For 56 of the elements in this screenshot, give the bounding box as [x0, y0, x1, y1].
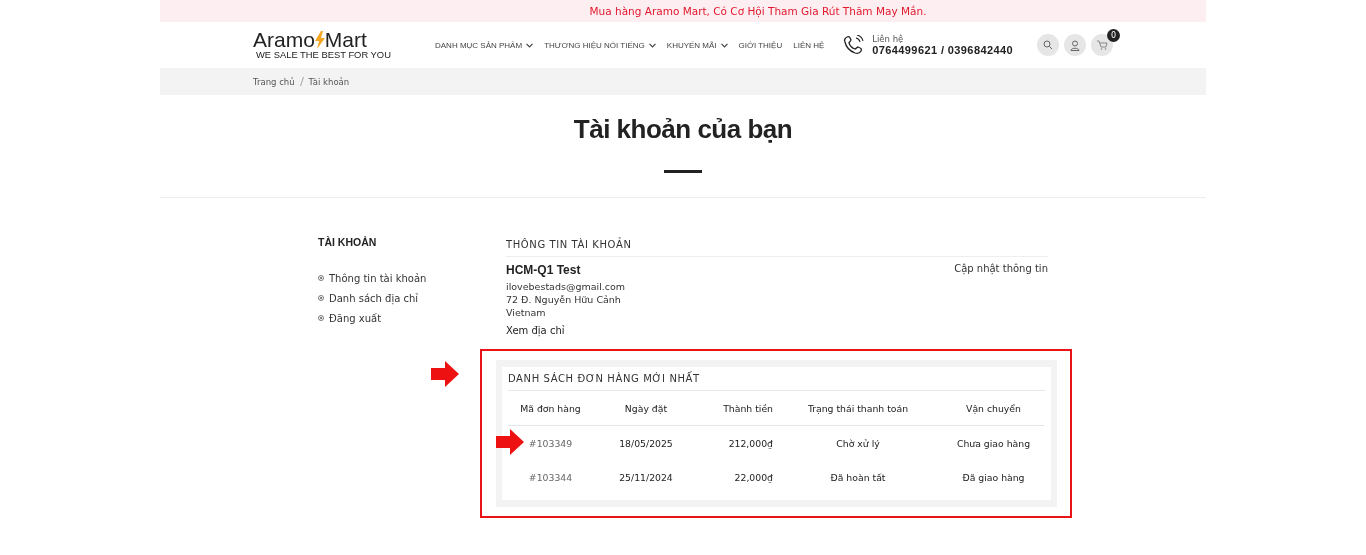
- address-text: 72 Đ. Nguyễn Hữu Cảnh: [506, 294, 621, 305]
- breadcrumb-link[interactable]: Trang chủ: [253, 76, 295, 87]
- cart-icon: [1096, 40, 1108, 50]
- bullet-icon: [318, 315, 324, 321]
- page-title: Tài khoản của bạn: [573, 114, 793, 145]
- user-icon: [1070, 39, 1080, 51]
- chevron-icon: [526, 42, 534, 48]
- chevron-icon: [720, 42, 728, 48]
- logo[interactable]: Aramo Mart WE SALE THE BEST FOR YOU: [253, 30, 393, 60]
- breadcrumb-link[interactable]: Tài khoản: [308, 76, 350, 87]
- phone-numbers[interactable]: 0764499621 / 0396842440: [872, 44, 1013, 56]
- order-link[interactable]: #103344: [528, 471, 573, 483]
- arrow-icon: [496, 429, 524, 455]
- column-header: Thành tiền: [699, 391, 773, 426]
- table-cell: 18/05/2025: [619, 437, 673, 449]
- account-button[interactable]: [1064, 34, 1086, 56]
- cart-count-badge: 0: [1107, 29, 1120, 42]
- table-cell: Đã hoàn tất: [830, 471, 886, 483]
- nav-link[interactable]: THƯƠNG HIỆU NỔI TIẾNG: [544, 40, 656, 50]
- phone-icon: [843, 35, 866, 55]
- column-header: Vận chuyển: [943, 391, 1044, 426]
- country-text: Vietnam: [506, 307, 546, 318]
- sidebar-link[interactable]: Thông tin tài khoản: [329, 272, 427, 284]
- order-link[interactable]: #103349: [528, 437, 573, 449]
- sidebar-title: TÀI KHOẢN: [318, 236, 378, 248]
- promo-text: Mua hàng Aramo Mart, Có Cơ Hội Tham Gia Rút Thăm May Mắn.: [589, 5, 927, 17]
- table-cell: 25/11/2024: [619, 471, 673, 483]
- email-text: ilovebestads@gmail.com: [506, 281, 626, 292]
- nav-link[interactable]: LIÊN HỆ: [793, 40, 825, 50]
- table-cell: Chưa giao hàng: [956, 437, 1031, 449]
- table-cell: Đã giao hàng: [962, 471, 1025, 483]
- column-header: Mã đơn hàng: [508, 391, 593, 426]
- table-cell: Chờ xử lý: [836, 437, 880, 449]
- section-heading: THÔNG TIN TÀI KHOẢN: [506, 234, 1048, 257]
- cart-button[interactable]: [1091, 34, 1113, 56]
- arrow-icon: [431, 361, 459, 387]
- section-heading: DANH SÁCH ĐƠN HÀNG MỚI NHẤT: [508, 367, 1045, 391]
- column-header: Ngày đặt: [593, 391, 699, 426]
- table-cell: 22,000₫: [734, 471, 773, 483]
- bullet-icon: [318, 295, 324, 301]
- column-header: Trạng thái thanh toán: [773, 391, 943, 426]
- update-info-link[interactable]: Cập nhật thông tin: [954, 263, 1048, 277]
- search-icon: [1043, 40, 1053, 50]
- search-button[interactable]: [1037, 34, 1059, 56]
- table-cell: 212,000₫: [728, 437, 773, 449]
- sidebar-link[interactable]: Đăng xuất: [329, 312, 382, 324]
- breadcrumb-separator: [299, 77, 304, 86]
- customer-name: HCM-Q1 Test: [506, 263, 581, 277]
- chevron-icon: [648, 42, 656, 48]
- nav-link[interactable]: GIỚI THIỆU: [738, 40, 783, 50]
- sidebar-link[interactable]: Danh sách địa chỉ: [329, 292, 419, 304]
- view-address-link[interactable]: Xem địa chỉ: [506, 324, 565, 338]
- nav-link[interactable]: DANH MỤC SẢN PHẨM: [435, 40, 534, 50]
- contact-label: Liên hệ: [872, 34, 905, 44]
- nav-link[interactable]: KHUYẾN MÃI: [666, 40, 728, 50]
- bullet-icon: [318, 275, 324, 281]
